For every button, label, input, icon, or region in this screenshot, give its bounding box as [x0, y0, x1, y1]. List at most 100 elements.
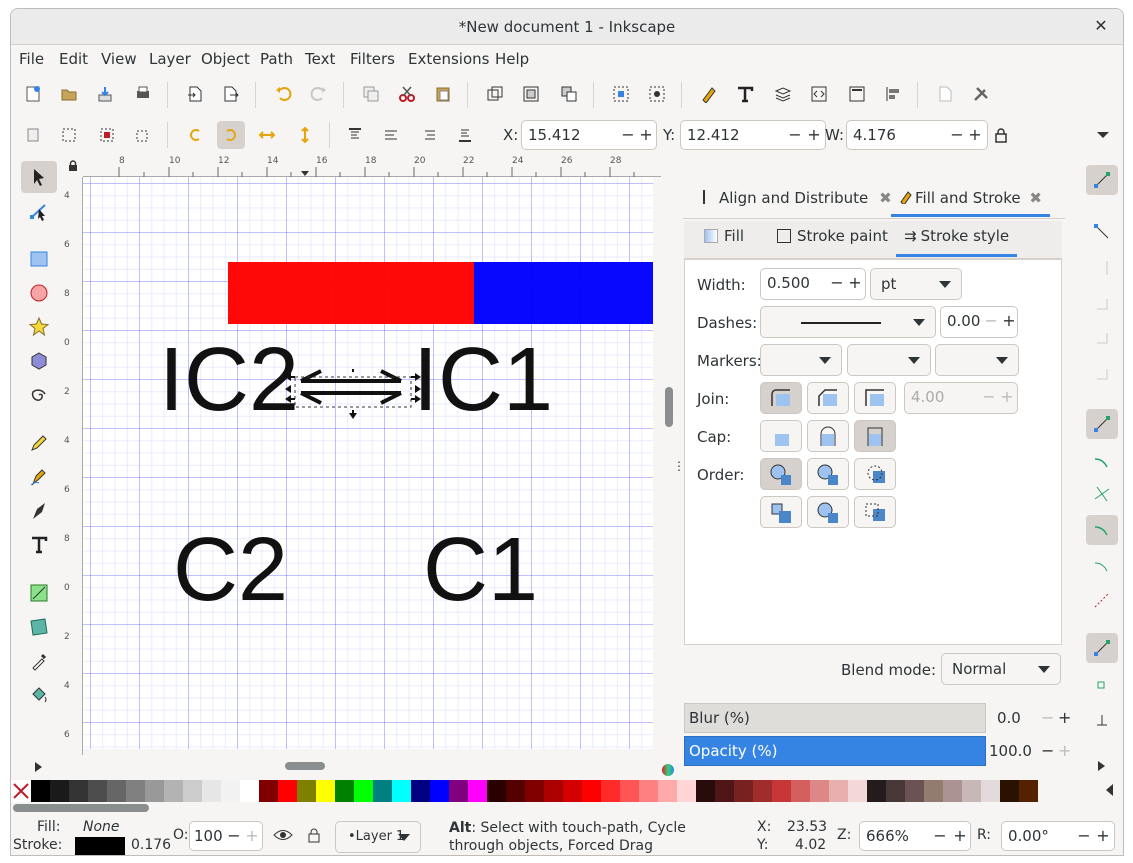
color-swatch[interactable] — [848, 780, 867, 802]
color-swatch[interactable] — [962, 780, 981, 802]
dash-pattern-select[interactable] — [760, 306, 936, 338]
color-swatch[interactable] — [69, 780, 88, 802]
menu-extensions[interactable]: Extensions — [408, 50, 489, 68]
zoom-increment[interactable]: + — [952, 826, 968, 845]
stroke-width-status[interactable]: 0.176 — [131, 837, 171, 853]
eye-icon[interactable] — [273, 827, 293, 845]
document-properties-icon[interactable] — [843, 80, 871, 108]
miter-increment[interactable]: + — [999, 387, 1015, 406]
snap-bbox-corner-icon[interactable] — [1086, 289, 1118, 319]
w-decrement[interactable]: − — [949, 125, 965, 144]
color-swatch[interactable] — [924, 780, 943, 802]
lock-guides-icon[interactable] — [63, 155, 83, 177]
color-swatch[interactable] — [240, 780, 259, 802]
color-swatch[interactable] — [981, 780, 1000, 802]
w-increment[interactable]: + — [967, 125, 983, 144]
join-round-button[interactable] — [807, 382, 849, 414]
text-ic2[interactable]: IC2 — [159, 335, 299, 425]
color-swatch[interactable] — [183, 780, 202, 802]
color-swatch[interactable] — [772, 780, 791, 802]
import-icon[interactable] — [181, 80, 209, 108]
clone-icon[interactable] — [481, 80, 509, 108]
menu-filters[interactable]: Filters — [350, 50, 395, 68]
color-swatch[interactable] — [601, 780, 620, 802]
menu-path[interactable]: Path — [260, 50, 293, 68]
color-swatch[interactable] — [1019, 780, 1038, 802]
raise-to-top-icon[interactable] — [341, 121, 369, 149]
redo-icon[interactable] — [305, 80, 333, 108]
horizontal-scroll-thumb[interactable] — [285, 762, 325, 770]
dock-resize-handle[interactable]: ⋮ — [673, 459, 685, 477]
color-swatch[interactable] — [468, 780, 487, 802]
menu-help[interactable]: Help — [495, 50, 529, 68]
palette-scroll-thumb[interactable] — [13, 804, 149, 812]
color-swatch[interactable] — [487, 780, 506, 802]
layer-lock-icon[interactable] — [307, 827, 323, 845]
color-swatch[interactable] — [259, 780, 278, 802]
blur-slider[interactable]: Blur (%) — [684, 703, 986, 733]
color-swatch[interactable] — [696, 780, 715, 802]
zoom-decrement[interactable]: − — [932, 826, 948, 845]
vertical-scrollbar[interactable] — [665, 177, 673, 749]
lock-ratio-icon[interactable] — [987, 121, 1015, 149]
color-swatch[interactable] — [392, 780, 411, 802]
tab-fill-stroke[interactable]: Fill and Stroke ✖ — [891, 185, 1050, 217]
pen-tool-icon[interactable] — [21, 461, 57, 493]
preferences-icon[interactable] — [967, 80, 995, 108]
color-swatch[interactable] — [563, 780, 582, 802]
color-swatch[interactable] — [316, 780, 335, 802]
zoom-selection-icon[interactable] — [607, 80, 635, 108]
opacity-decrement[interactable]: − — [1041, 741, 1054, 760]
color-swatch[interactable] — [677, 780, 696, 802]
color-swatch[interactable] — [715, 780, 734, 802]
rotation-decrement[interactable]: − — [1076, 826, 1092, 845]
dash-offset-field[interactable]: 0.00 − + — [940, 306, 1018, 338]
lower-icon[interactable] — [415, 121, 443, 149]
subtab-fill[interactable]: Fill — [704, 227, 744, 257]
spiral-tool-icon[interactable] — [21, 379, 57, 411]
color-swatch[interactable] — [107, 780, 126, 802]
color-swatch[interactable] — [525, 780, 544, 802]
snap-smooth-node-icon[interactable] — [1086, 551, 1118, 581]
dash-offset-increment[interactable]: + — [1001, 311, 1017, 330]
color-swatch[interactable] — [829, 780, 848, 802]
color-swatch[interactable] — [354, 780, 373, 802]
color-swatch[interactable] — [145, 780, 164, 802]
close-tab-icon[interactable]: ✖ — [879, 189, 892, 207]
snap-bbox-icon[interactable] — [1086, 217, 1118, 247]
menu-text[interactable]: Text — [305, 50, 335, 68]
cap-square-button[interactable] — [854, 420, 896, 452]
paint-bucket-tool-icon[interactable] — [21, 679, 57, 711]
opacity-increment[interactable]: + — [1058, 741, 1071, 760]
mesh-tool-icon[interactable] — [21, 611, 57, 643]
color-swatch[interactable] — [164, 780, 183, 802]
color-swatch[interactable] — [202, 780, 221, 802]
opacity-status-increment[interactable]: + — [244, 826, 260, 845]
layer-select[interactable]: •Layer 1 — [335, 821, 421, 853]
stroke-color-swatch[interactable] — [75, 837, 125, 855]
color-swatch[interactable] — [506, 780, 525, 802]
opacity-status-field[interactable]: 100 − + — [189, 821, 263, 851]
color-swatch[interactable] — [126, 780, 145, 802]
calligraphy-tool-icon[interactable] — [21, 495, 57, 527]
rectangle-tool-icon[interactable] — [21, 243, 57, 275]
text-c1[interactable]: C1 — [423, 525, 538, 615]
pencil-tool-icon[interactable] — [21, 427, 57, 459]
color-swatch[interactable] — [867, 780, 886, 802]
color-swatch[interactable] — [297, 780, 316, 802]
order-stroke-markers-fill-button[interactable] — [807, 496, 849, 528]
rotate-ccw-icon[interactable] — [181, 121, 209, 149]
color-swatch[interactable] — [88, 780, 107, 802]
open-icon[interactable] — [55, 80, 83, 108]
unit-select[interactable]: pt — [870, 268, 962, 300]
color-swatch[interactable] — [31, 780, 50, 802]
close-tab-icon[interactable]: ✖ — [1029, 189, 1042, 207]
order-stroke-fill-markers-button[interactable] — [807, 458, 849, 490]
menu-layer[interactable]: Layer — [149, 50, 191, 68]
snap-nodes-icon[interactable] — [1086, 409, 1118, 439]
end-marker-select[interactable] — [935, 344, 1019, 376]
menu-edit[interactable]: Edit — [59, 50, 88, 68]
flip-horizontal-icon[interactable] — [253, 121, 281, 149]
gradient-tool-icon[interactable] — [21, 577, 57, 609]
drawing-canvas[interactable]: IC2 IC1 C2 C1 — [83, 177, 653, 749]
